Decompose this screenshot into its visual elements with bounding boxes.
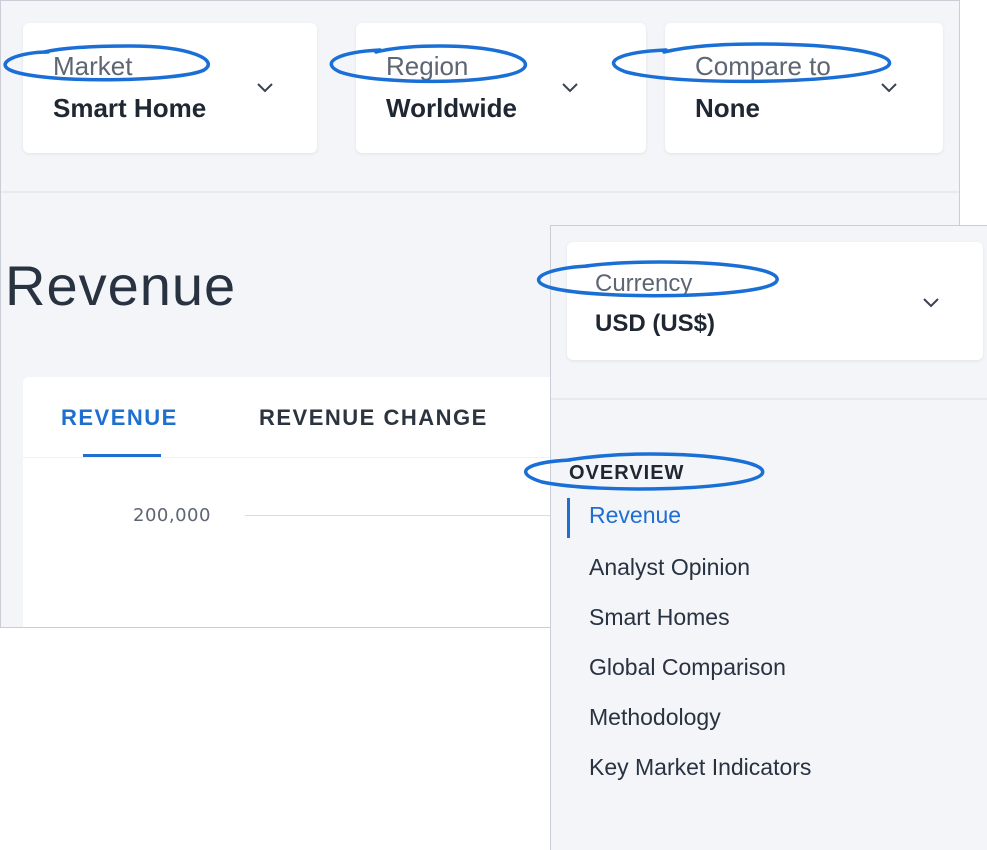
nav-item-revenue[interactable]: Revenue <box>589 502 681 529</box>
filters-divider <box>1 191 959 193</box>
region-value: Worldwide <box>386 93 517 123</box>
chevron-down-icon <box>257 83 273 93</box>
nav-item-smart-homes[interactable]: Smart Homes <box>589 604 730 631</box>
chevron-down-icon <box>562 83 578 93</box>
chevron-down-icon <box>881 83 897 93</box>
region-dropdown[interactable]: Region Worldwide <box>356 23 646 153</box>
market-dropdown[interactable]: Market Smart Home <box>23 23 317 153</box>
tab-revenue[interactable]: REVENUE <box>61 405 178 431</box>
nav-item-methodology[interactable]: Methodology <box>589 704 721 731</box>
chevron-down-icon <box>923 298 939 308</box>
market-label: Market <box>53 51 133 81</box>
currency-dropdown[interactable]: Currency USD (US$) <box>567 242 983 360</box>
filter-bar: Market Smart Home Region Worldwide Compa… <box>1 1 959 191</box>
side-panel: Currency USD (US$) OVERVIEW Revenue Anal… <box>550 225 987 850</box>
currency-value: USD (US$) <box>595 310 716 337</box>
nav-active-indicator <box>567 498 570 538</box>
compare-to-dropdown[interactable]: Compare to None <box>665 23 943 153</box>
region-label: Region <box>386 51 469 81</box>
side-divider <box>551 398 987 400</box>
compare-to-value: None <box>695 93 760 123</box>
y-axis-tick-label: 200,000 <box>133 505 211 526</box>
market-value: Smart Home <box>53 93 207 123</box>
page-title: Revenue <box>5 254 237 317</box>
compare-to-label: Compare to <box>695 51 831 81</box>
currency-label: Currency <box>595 270 693 297</box>
nav-item-key-market-indicators[interactable]: Key Market Indicators <box>589 754 811 781</box>
nav-heading-overview: OVERVIEW <box>569 462 685 484</box>
nav-item-global-comparison[interactable]: Global Comparison <box>589 654 786 681</box>
nav-item-analyst-opinion[interactable]: Analyst Opinion <box>589 554 750 581</box>
tab-revenue-change[interactable]: REVENUE CHANGE <box>259 405 488 431</box>
